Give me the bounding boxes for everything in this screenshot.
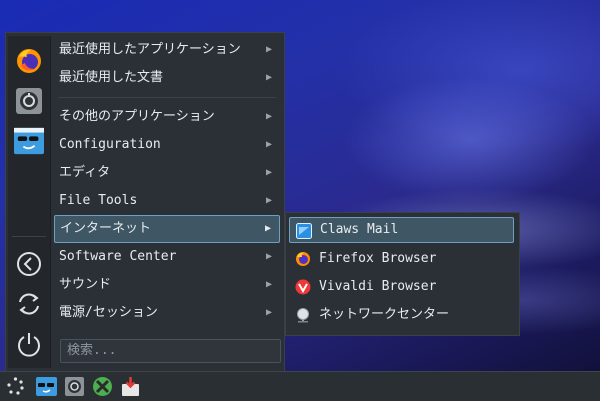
- menu-item-recent-docs[interactable]: 最近使用した文書 ▶: [54, 64, 280, 92]
- submenu-item-label: Claws Mail: [320, 222, 399, 237]
- chevron-right-icon: ▶: [265, 111, 272, 122]
- menu-item-label: インターネット: [60, 221, 152, 236]
- submenu-item-label: Vivaldi Browser: [319, 279, 437, 294]
- menu-items: 最近使用したアプリケーション ▶ 最近使用した文書 ▶ その他のアプリケーション…: [54, 36, 280, 327]
- menu-item-label: エディタ: [59, 165, 111, 180]
- user-avatar-icon[interactable]: [14, 126, 44, 156]
- switch-user-icon[interactable]: [14, 289, 44, 319]
- submenu-item-label: ネットワークセンター: [319, 307, 450, 322]
- settings-manager-icon[interactable]: [14, 86, 44, 116]
- menu-item-label: Configuration: [59, 137, 161, 152]
- chevron-right-icon: ▶: [265, 72, 272, 83]
- chevron-right-icon: ▶: [265, 279, 272, 290]
- menu-item-configuration[interactable]: Configuration ▶: [54, 131, 280, 159]
- menu-search-input[interactable]: 検索...: [60, 339, 281, 363]
- submenu-item-vivaldi[interactable]: Vivaldi Browser: [289, 274, 514, 300]
- chevron-right-icon: ▶: [265, 251, 272, 262]
- logout-icon[interactable]: [14, 249, 44, 279]
- chevron-right-icon: ▶: [265, 167, 272, 178]
- menu-item-label: File Tools: [59, 193, 138, 208]
- menu-item-label: 最近使用した文書: [59, 70, 164, 85]
- menu-item-editors[interactable]: エディタ ▶: [54, 159, 280, 187]
- firefox-icon[interactable]: [14, 46, 44, 76]
- claws-mail-icon: [296, 223, 312, 239]
- chevron-right-icon: ▶: [264, 223, 271, 234]
- chevron-right-icon: ▶: [265, 307, 272, 318]
- menu-item-label: サウンド: [59, 277, 112, 292]
- menu-item-software-center[interactable]: Software Center ▶: [54, 243, 280, 271]
- chevron-right-icon: ▶: [265, 195, 272, 206]
- sidebar-separator: [12, 236, 46, 237]
- menu-item-file-tools[interactable]: File Tools ▶: [54, 187, 280, 215]
- menu-item-recent-apps[interactable]: 最近使用したアプリケーション ▶: [54, 36, 280, 64]
- internet-submenu: Claws Mail Firefox Browser Vivaldi Brows…: [285, 212, 520, 336]
- power-icon[interactable]: [14, 329, 44, 359]
- menu-separator: [58, 97, 276, 98]
- submenu-item-claws-mail[interactable]: Claws Mail: [289, 217, 514, 243]
- submenu-item-label: Firefox Browser: [319, 251, 437, 266]
- menu-sidebar: [8, 36, 51, 368]
- application-menu: 最近使用したアプリケーション ▶ 最近使用した文書 ▶ その他のアプリケーション…: [5, 32, 285, 372]
- chevron-right-icon: ▶: [265, 139, 272, 150]
- menu-item-internet[interactable]: インターネット ▶: [54, 215, 280, 243]
- vivaldi-icon: [295, 279, 311, 295]
- menu-item-sound[interactable]: サウンド ▶: [54, 271, 280, 299]
- menu-item-power-session[interactable]: 電源/セッション ▶: [54, 299, 280, 327]
- submenu-item-firefox[interactable]: Firefox Browser: [289, 246, 514, 272]
- menu-item-label: Software Center: [59, 249, 177, 264]
- settings-manager-icon[interactable]: [64, 376, 85, 397]
- firefox-icon: [295, 251, 311, 267]
- taskbar: [0, 371, 600, 401]
- menu-item-label: その他のアプリケーション: [59, 109, 215, 124]
- menu-item-label: 最近使用したアプリケーション: [59, 42, 241, 57]
- software-install-icon[interactable]: [120, 376, 141, 397]
- chevron-right-icon: ▶: [265, 44, 272, 55]
- network-center-icon: [295, 307, 311, 323]
- menu-item-other-apps[interactable]: その他のアプリケーション ▶: [54, 103, 280, 131]
- menu-item-label: 電源/セッション: [59, 305, 158, 320]
- user-avatar-icon[interactable]: [36, 376, 57, 397]
- app-launcher-icon[interactable]: [5, 376, 26, 397]
- submenu-item-network-center[interactable]: ネットワークセンター: [289, 302, 514, 328]
- system-tools-icon[interactable]: [92, 376, 113, 397]
